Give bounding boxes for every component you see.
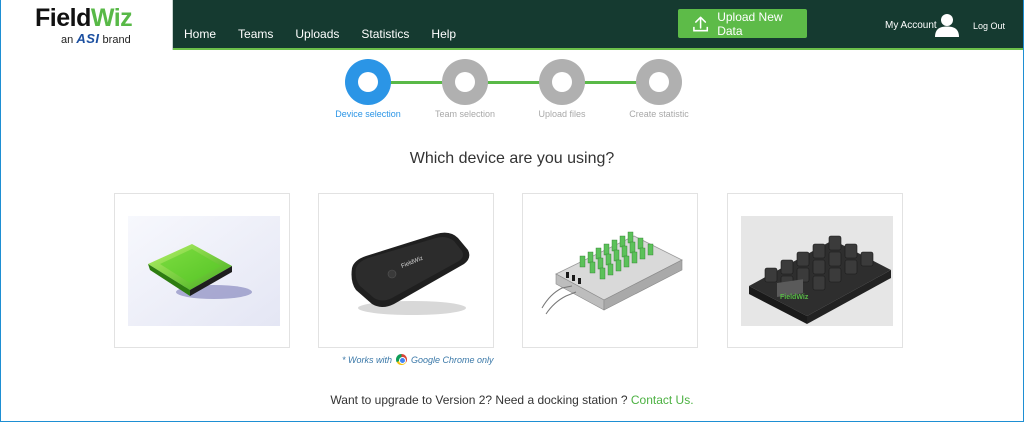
device-question-heading: Which device are you using?: [409, 150, 615, 167]
nav-teams[interactable]: Teams: [238, 27, 273, 41]
log-out-link[interactable]: Log Out: [973, 21, 1005, 31]
upgrade-message: Want to upgrade to Version 2? Need a doc…: [1, 393, 1023, 407]
step-connector: [390, 81, 448, 84]
step-connector: [584, 81, 642, 84]
dock-logo-engraving: FieldWiz: [780, 294, 809, 301]
step-circle-team-selection[interactable]: [442, 59, 488, 105]
nav-uploads[interactable]: Uploads: [295, 27, 339, 41]
app-frame: FieldWiz an ASI brand Home Teams Uploads…: [0, 0, 1024, 422]
chrome-compatibility-note: * Works with Google Chrome only: [342, 354, 494, 365]
logo-wordmark: FieldWiz: [35, 4, 133, 32]
step-label-team-selection: Team selection: [434, 109, 496, 119]
footer-period: .: [690, 393, 694, 407]
main-nav: Home Teams Uploads Statistics Help: [184, 27, 478, 41]
top-header: FieldWiz an ASI brand Home Teams Uploads…: [1, 0, 1023, 50]
step-circle-upload-files[interactable]: [539, 59, 585, 105]
upload-new-data-button[interactable]: Upload New Data: [678, 9, 807, 38]
docking-station-image: [536, 216, 688, 326]
step-circle-device-selection[interactable]: [345, 59, 391, 105]
logo-asi-text: ASI: [76, 31, 100, 46]
device-card-docking-station[interactable]: [522, 193, 698, 348]
user-icon[interactable]: [934, 13, 960, 37]
device-card-charging-dock[interactable]: FieldWiz: [727, 193, 903, 348]
charging-dock-image: FieldWiz: [741, 216, 893, 326]
fieldwiz-v1-device-image: [128, 216, 280, 326]
upgrade-text: Want to upgrade to Version 2? Need a doc…: [330, 393, 628, 407]
nav-help[interactable]: Help: [431, 27, 456, 41]
chrome-icon: [396, 354, 408, 365]
logo-brand-text: brand: [102, 34, 131, 46]
step-circle-create-statistic[interactable]: [636, 59, 682, 105]
logo-tagline: an ASI brand: [61, 31, 131, 46]
device-card-v1[interactable]: [114, 193, 290, 348]
contact-us-link[interactable]: Contact Us: [631, 393, 690, 407]
logo-an-text: an: [61, 34, 74, 46]
logo[interactable]: FieldWiz an ASI brand: [1, 0, 173, 50]
step-label-create-statistic: Create statistic: [629, 109, 689, 119]
logo-wiz-text: Wiz: [90, 4, 133, 32]
nav-statistics[interactable]: Statistics: [361, 27, 409, 41]
device-card-v2[interactable]: FieldWiz: [318, 193, 494, 348]
step-label-device-selection: Device selection: [335, 109, 401, 119]
upload-button-label: Upload New Data: [717, 9, 783, 38]
fieldwiz-v2-device-image: FieldWiz: [332, 216, 484, 326]
upload-icon: [693, 16, 709, 31]
chrome-note-prefix: * Works with: [342, 354, 393, 365]
chrome-note-suffix: Google Chrome only: [411, 354, 494, 365]
progress-stepper: Device selection Team selection Upload f…: [1, 56, 1023, 126]
logo-field-text: Field: [35, 4, 91, 32]
step-connector: [487, 81, 545, 84]
nav-home[interactable]: Home: [184, 27, 216, 41]
step-label-upload-files: Upload files: [538, 109, 586, 119]
my-account-link[interactable]: My Account: [885, 20, 937, 31]
